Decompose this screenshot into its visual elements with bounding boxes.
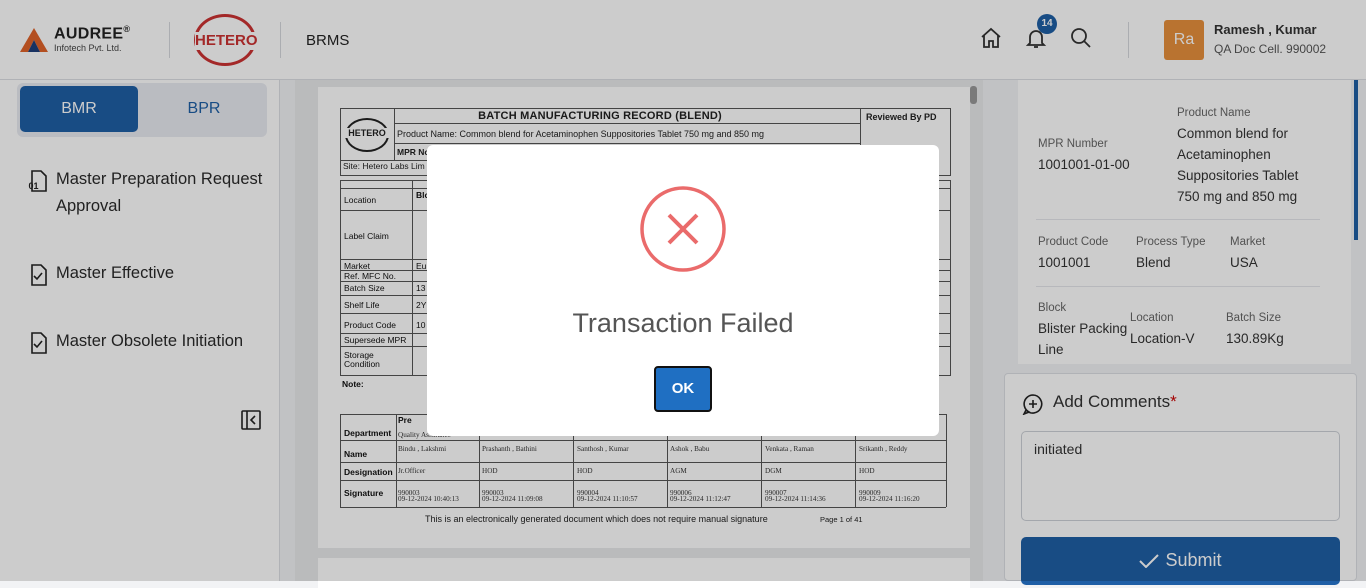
dialog-message: Transaction Failed [572, 308, 794, 338]
ok-button[interactable]: OK [654, 366, 712, 412]
error-x-circle-icon [640, 186, 726, 272]
